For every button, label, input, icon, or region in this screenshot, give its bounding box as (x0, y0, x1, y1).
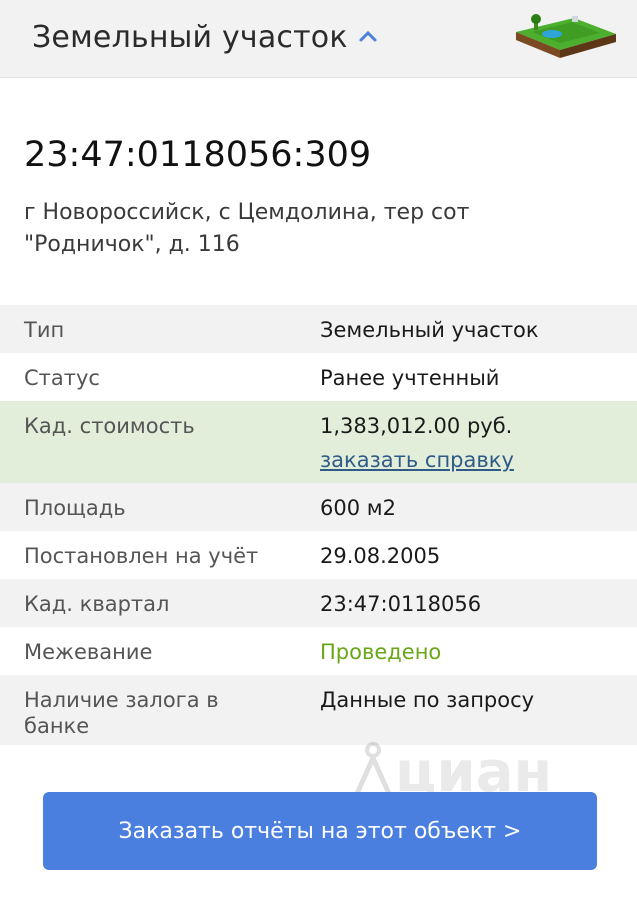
row-label: Кад. квартал (24, 592, 170, 616)
cian-logo-icon (353, 742, 393, 798)
header: Земельный участок (0, 0, 637, 78)
table-row: Площадь 600 м2 (0, 483, 637, 531)
row-label: Постановлен на учёт (24, 544, 259, 568)
object-address: г Новороссийск, с Цемдолина, тер сот "Ро… (24, 200, 470, 257)
table-row: Межевание Проведено (0, 627, 637, 675)
property-details-table: Тип Земельный участок Статус Ранее учтен… (0, 305, 637, 745)
row-label: Наличие залога в банке (24, 688, 219, 738)
header-title: Земельный участок (32, 20, 348, 55)
row-value: 23:47:0118056 (320, 592, 482, 616)
table-row: Статус Ранее учтенный (0, 353, 637, 401)
table-row: Кад. квартал 23:47:0118056 (0, 579, 637, 627)
row-value: Земельный участок (320, 318, 539, 342)
row-label: Площадь (24, 496, 126, 520)
row-label: Тип (24, 318, 65, 342)
order-certificate-link[interactable]: заказать справку (320, 447, 620, 473)
order-reports-button[interactable]: Заказать отчёты на этот объект > (43, 792, 597, 870)
row-value-group: 1,383,012.00 руб. заказать справку (320, 413, 620, 473)
chevron-up-icon[interactable] (358, 29, 378, 43)
surveying-status-value: Проведено (320, 640, 442, 664)
land-plot-icon (516, 14, 616, 58)
row-label: Межевание (24, 640, 153, 664)
table-row: Постановлен на учёт 29.08.2005 (0, 531, 637, 579)
cadastral-number: 23:47:0118056:309 (24, 135, 372, 175)
row-value: Данные по запросу (320, 688, 535, 712)
table-row: Кад. стоимость 1,383,012.00 руб. заказат… (0, 401, 637, 483)
table-row: Наличие залога в банке Данные по запросу (0, 675, 637, 745)
header-title-toggle[interactable]: Земельный участок (32, 20, 378, 55)
row-label: Кад. стоимость (24, 414, 195, 438)
table-row: Тип Земельный участок (0, 305, 637, 353)
cadastral-value: 1,383,012.00 руб. (320, 414, 513, 438)
row-value: 600 м2 (320, 496, 396, 520)
row-label: Статус (24, 366, 100, 390)
row-value: 29.08.2005 (320, 544, 441, 568)
row-value: Ранее учтенный (320, 366, 500, 390)
